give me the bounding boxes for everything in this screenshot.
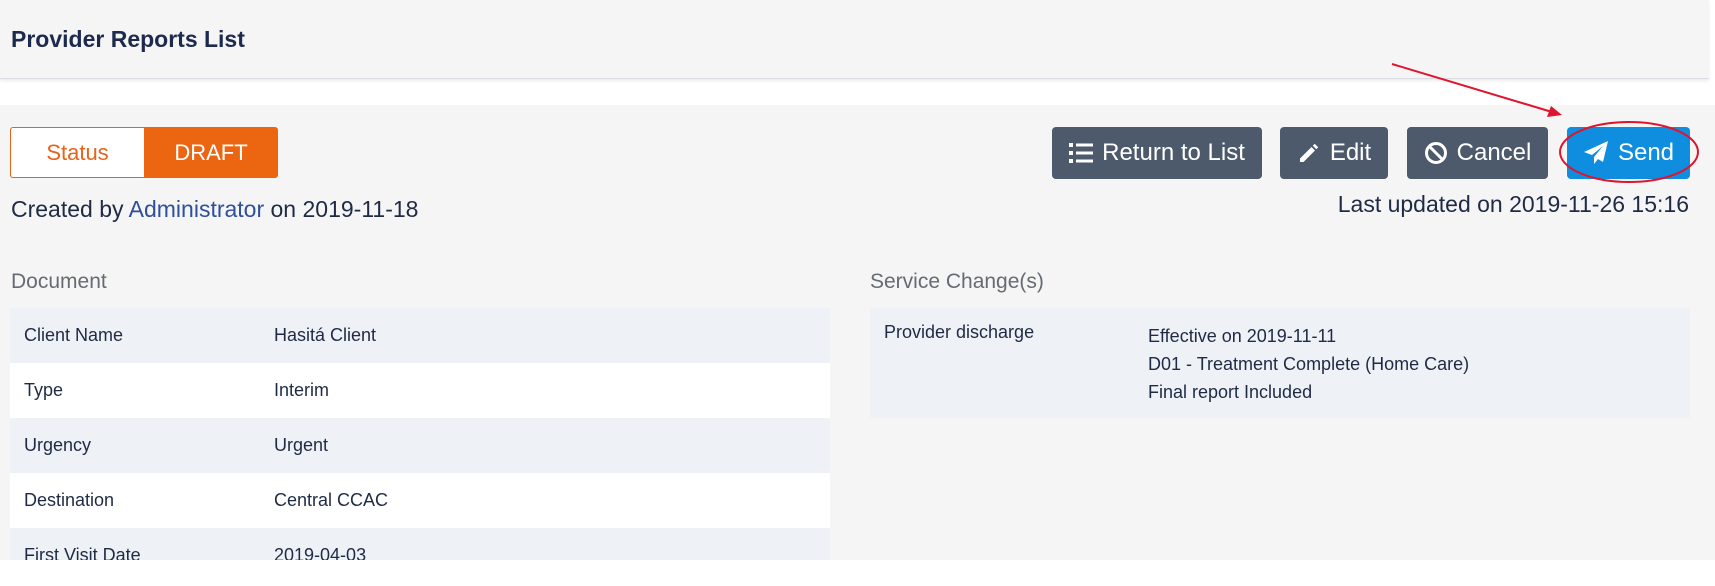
return-to-list-button[interactable]: Return to List	[1052, 127, 1262, 179]
row-value: Urgent	[274, 435, 329, 455]
document-section-title: Document	[11, 270, 107, 293]
status-label: Status	[10, 127, 144, 178]
service-change-line: Effective on 2019-11-11	[1148, 326, 1337, 346]
service-changes-table: Provider discharge Effective on 2019-11-…	[870, 308, 1690, 418]
row-key: Urgency	[24, 435, 92, 455]
created-prefix: Created by	[11, 196, 124, 222]
service-change-key: Provider discharge	[884, 322, 1035, 342]
page-header: Provider Reports List	[0, 0, 1709, 79]
return-to-list-label: Return to List	[1102, 139, 1245, 166]
row-value: Hasitá Client	[274, 325, 377, 345]
service-change-line: Final report Included	[1148, 382, 1313, 402]
cancel-button[interactable]: Cancel	[1407, 127, 1548, 179]
row-key: Type	[24, 380, 64, 400]
edit-label: Edit	[1329, 139, 1372, 166]
list-icon	[1069, 142, 1094, 164]
created-line: Created by Administrator on 2019-11-18	[11, 196, 418, 223]
table-row: Client Name Hasitá Client	[10, 308, 830, 363]
last-updated: Last updated on 2019-11-26 15:16	[1337, 191, 1689, 217]
service-changes-section-title: Service Change(s)	[870, 270, 1044, 293]
status-indicator: Status DRAFT	[10, 127, 278, 178]
service-change-details: Effective on 2019-11-11 D01 - Treatment …	[1148, 322, 1469, 406]
created-on-word: on	[270, 196, 297, 222]
row-key: Client Name	[24, 325, 124, 345]
table-row: Urgency Urgent	[10, 418, 830, 473]
pencil-icon	[1297, 141, 1321, 165]
row-key: Destination	[24, 490, 115, 510]
table-row: Destination Central CCAC	[10, 473, 830, 528]
author-link[interactable]: Administrator	[129, 196, 264, 222]
edit-button[interactable]: Edit	[1280, 127, 1388, 179]
row-value: Interim	[274, 380, 330, 400]
ban-icon	[1424, 141, 1448, 165]
page-title: Provider Reports List	[11, 26, 245, 52]
service-change-line: D01 - Treatment Complete (Home Care)	[1148, 354, 1470, 374]
send-label: Send	[1617, 139, 1675, 166]
page-bottom-gap	[0, 560, 1715, 586]
report-panel: Status DRAFT Created by Administrator on…	[0, 105, 1715, 583]
table-row: Type Interim	[10, 363, 830, 418]
row-value: Central CCAC	[274, 490, 389, 510]
cancel-label: Cancel	[1456, 139, 1532, 166]
created-date: 2019-11-18	[302, 196, 419, 222]
send-button[interactable]: Send	[1567, 127, 1690, 179]
status-badge: DRAFT	[144, 127, 278, 178]
document-table: Client Name Hasitá Client Type Interim U…	[10, 308, 830, 583]
paper-plane-icon	[1583, 140, 1609, 166]
